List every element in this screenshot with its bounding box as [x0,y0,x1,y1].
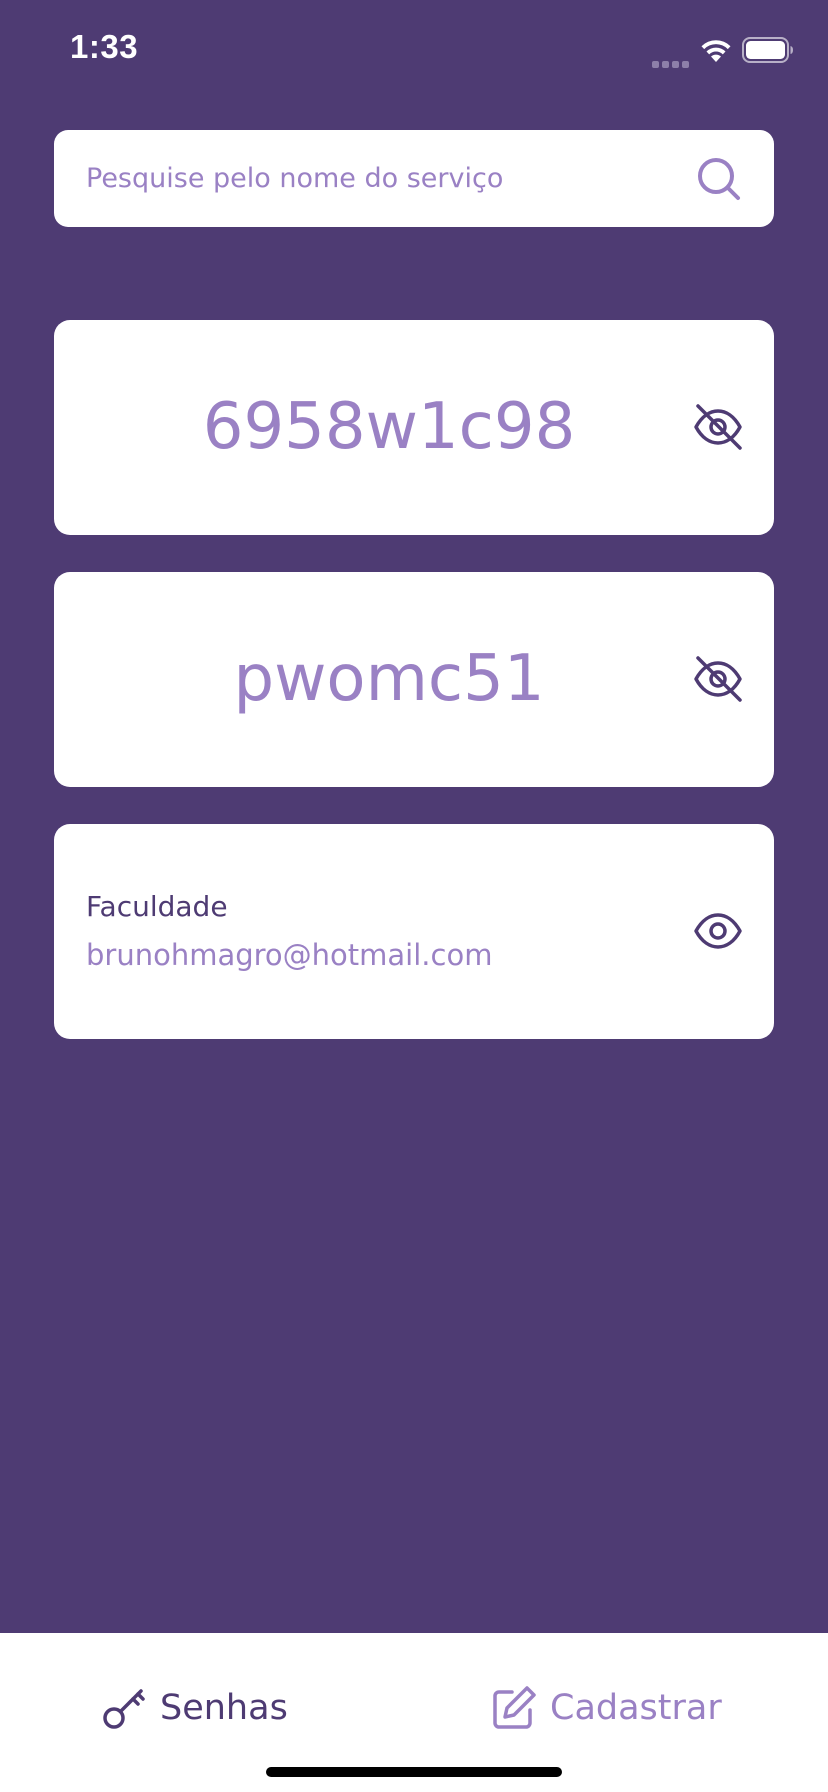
tab-cadastrar[interactable]: Cadastrar [490,1683,722,1733]
status-bar: 1:33 [0,0,828,100]
key-icon [103,1689,145,1729]
password-card[interactable]: pwomc51 [54,572,774,787]
tab-bar: Senhas Cadastrar [0,1633,828,1792]
home-indicator [266,1767,562,1777]
battery-icon [742,37,793,63]
search-input[interactable] [86,130,666,227]
cellular-signal-icon [652,53,692,68]
tab-senhas[interactable]: Senhas [100,1683,288,1733]
password-text: pwomc51 [233,642,545,716]
wifi-icon [701,40,731,62]
tab-label: Senhas [160,1688,288,1728]
edit-icon [493,1686,536,1729]
eye-off-icon[interactable] [690,399,746,455]
service-name: Faculdade [86,890,228,923]
eye-icon[interactable] [690,903,746,959]
password-text: 6958w1c98 [202,390,576,464]
tab-label: Cadastrar [550,1688,722,1728]
eye-off-icon[interactable] [690,651,746,707]
login-card[interactable]: Faculdade brunohmagro@hotmail.com [54,824,774,1039]
password-card[interactable]: 6958w1c98 [54,320,774,535]
search-box [54,130,774,227]
service-email: brunohmagro@hotmail.com [86,938,493,972]
status-time: 1:33 [70,28,139,65]
search-icon[interactable] [694,154,744,204]
